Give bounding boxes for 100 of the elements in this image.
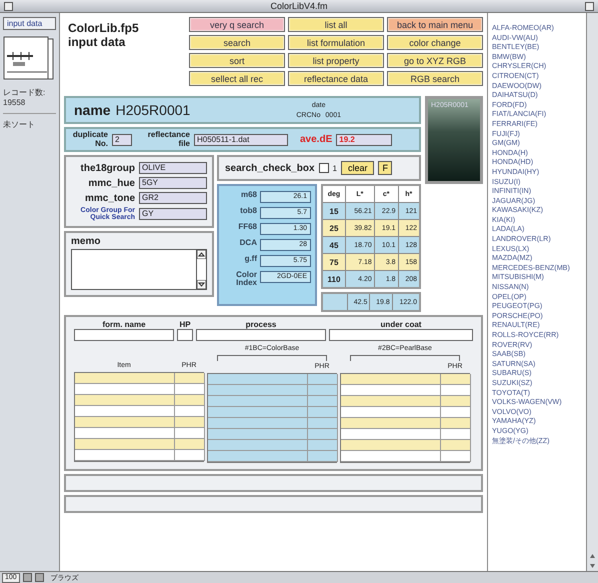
table-cell[interactable]	[341, 440, 441, 451]
table-cell[interactable]	[175, 395, 205, 406]
table-cell[interactable]	[341, 374, 441, 385]
layout-button[interactable]: input data	[3, 17, 56, 30]
table-cell[interactable]	[175, 373, 205, 384]
menu-button[interactable]: RGB search	[387, 71, 483, 86]
checkbox[interactable]	[318, 163, 329, 173]
table-cell[interactable]	[441, 374, 471, 385]
table-cell[interactable]	[308, 396, 338, 407]
footer-field[interactable]	[64, 474, 483, 492]
input-field[interactable]	[329, 329, 473, 341]
table-cell[interactable]	[175, 450, 205, 461]
table-cell[interactable]	[308, 407, 338, 418]
table-cell[interactable]	[75, 384, 175, 395]
input-field[interactable]	[196, 329, 326, 341]
footer-field[interactable]	[64, 495, 483, 513]
table-cell[interactable]	[208, 407, 308, 418]
menu-button[interactable]: sellect all rec	[189, 71, 285, 86]
book-icon[interactable]	[3, 36, 55, 82]
input-field[interactable]	[177, 329, 193, 341]
table-cell[interactable]	[308, 418, 338, 429]
menu-button[interactable]: list property	[288, 53, 384, 68]
table-cell[interactable]	[341, 396, 441, 407]
table-cell[interactable]	[175, 417, 205, 428]
menu-button[interactable]: sort	[189, 53, 285, 68]
table-cell[interactable]	[208, 451, 308, 462]
record-name: H205R0001	[116, 102, 190, 118]
table-cell[interactable]	[341, 385, 441, 396]
clear-button[interactable]: clear	[340, 161, 374, 175]
group-field[interactable]: 5GY	[139, 177, 207, 189]
record-count: 19558	[3, 98, 26, 108]
menu-button[interactable]: list formulation	[288, 35, 384, 50]
table-cell[interactable]	[308, 429, 338, 440]
table-cell[interactable]	[341, 451, 441, 462]
table-cell[interactable]	[441, 407, 471, 418]
table-cell[interactable]	[175, 439, 205, 450]
angle-cell: 15	[322, 202, 346, 220]
table-cell[interactable]	[341, 407, 441, 418]
group-field[interactable]: GY	[139, 208, 207, 220]
memo-field[interactable]	[71, 249, 207, 290]
table-cell[interactable]	[308, 451, 338, 462]
scroll-up-icon[interactable]	[197, 250, 206, 259]
f-button[interactable]: F	[378, 161, 392, 175]
ave-de-field[interactable]: 19.2	[336, 134, 392, 146]
table-cell[interactable]	[175, 384, 205, 395]
table-cell[interactable]	[75, 395, 175, 406]
angle-cell: 25	[322, 220, 346, 236]
table-cell[interactable]	[208, 429, 308, 440]
menu-button[interactable]: very q search	[189, 17, 285, 32]
menu-button[interactable]: color change	[387, 35, 483, 50]
group-field[interactable]: OLIVE	[139, 162, 207, 174]
menu-button[interactable]: go to XYZ RGB	[387, 53, 483, 68]
table-cell[interactable]	[441, 451, 471, 462]
table-cell[interactable]	[208, 385, 308, 396]
base-field[interactable]	[350, 355, 460, 361]
input-field[interactable]	[74, 329, 174, 341]
table-cell[interactable]	[341, 418, 441, 429]
sort-status: 未ソート	[3, 120, 36, 130]
menu-button[interactable]: list all	[288, 17, 384, 32]
menu-button[interactable]: search	[189, 35, 285, 50]
property-label: g.ff	[244, 255, 257, 265]
reflectance-field[interactable]: H050511-1.dat	[194, 134, 288, 146]
table-cell[interactable]	[208, 440, 308, 451]
angle-cell: 75	[322, 254, 346, 270]
table-cell[interactable]	[175, 428, 205, 439]
zoom-icon[interactable]	[585, 2, 594, 11]
table-cell[interactable]	[341, 429, 441, 440]
menu-button[interactable]: reflectance data	[288, 71, 384, 86]
table-cell[interactable]	[308, 440, 338, 451]
memo-label: memo	[71, 236, 102, 247]
table-cell[interactable]	[75, 406, 175, 417]
table-cell[interactable]	[75, 417, 175, 428]
table-cell[interactable]	[208, 418, 308, 429]
table-cell[interactable]	[441, 440, 471, 451]
angle-cell: 45	[322, 236, 346, 254]
group-label: mmc_hue	[87, 178, 135, 188]
menu-button[interactable]: back to main menu	[387, 17, 483, 32]
table-cell[interactable]	[441, 396, 471, 407]
table-cell[interactable]	[308, 374, 338, 385]
table-cell[interactable]	[75, 373, 175, 384]
close-icon[interactable]	[4, 2, 13, 11]
duplicate-field[interactable]: 2	[112, 134, 132, 146]
group-field[interactable]: GR2	[139, 192, 207, 204]
table-cell[interactable]	[308, 385, 338, 396]
table-cell[interactable]	[208, 374, 308, 385]
table-cell[interactable]	[441, 429, 471, 440]
property-label: FF68	[237, 223, 257, 233]
table-cell[interactable]	[75, 450, 175, 461]
table-cell[interactable]	[208, 396, 308, 407]
table-cell[interactable]	[75, 428, 175, 439]
table-cell[interactable]	[75, 439, 175, 450]
table-cell[interactable]	[441, 385, 471, 396]
base-field[interactable]	[217, 355, 327, 361]
record-count-label: レコード数:	[3, 88, 46, 98]
table-cell[interactable]	[441, 418, 471, 429]
table-cell[interactable]	[175, 406, 205, 417]
scroll-down-icon[interactable]	[197, 280, 206, 289]
duplicate-label: duplicate No.	[72, 130, 108, 148]
property-label: tob8	[239, 207, 257, 217]
ave-de-label: ave.dE	[300, 134, 332, 145]
